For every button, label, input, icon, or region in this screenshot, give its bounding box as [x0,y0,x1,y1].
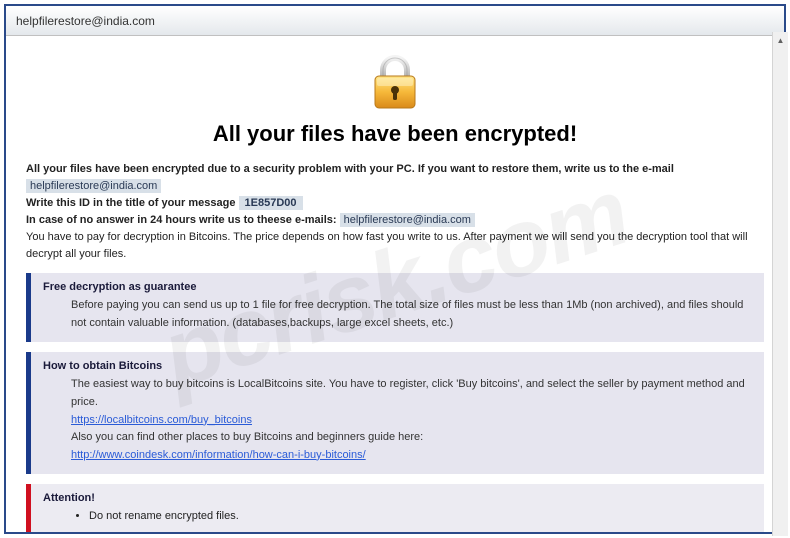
guarantee-panel: Free decryption as guarantee Before payi… [26,273,764,342]
ransom-window: helpfilerestore@india.com pcrisk.com [4,4,786,534]
intro-block: All your files have been encrypted due t… [26,161,764,263]
message-id: 1E857D00 [239,196,303,210]
attention-panel: Attention! Do not rename encrypted files… [26,484,764,532]
intro-line3: In case of no answer in 24 hours write u… [26,214,340,226]
page-title: All your files have been encrypted! [26,121,764,147]
intro-line1: All your files have been encrypted due t… [26,163,674,175]
vertical-scrollbar[interactable]: ▲ [772,32,788,536]
bitcoins-title: How to obtain Bitcoins [43,360,752,372]
guarantee-title: Free decryption as guarantee [43,281,752,293]
bitcoins-panel: How to obtain Bitcoins The easiest way t… [26,352,764,474]
bitcoins-link-1[interactable]: https://localbitcoins.com/buy_bitcoins [71,414,252,426]
content-area: pcrisk.com [6,36,784,532]
contact-email-1: helpfilerestore@india.com [26,179,161,193]
bitcoins-body: The easiest way to buy bitcoins is Local… [43,376,752,464]
bitcoins-link-2[interactable]: http://www.coindesk.com/information/how-… [71,449,366,461]
scroll-up-icon[interactable]: ▲ [773,32,788,48]
list-item: Do not try to decrypt your data using th… [89,529,752,532]
attention-title: Attention! [43,492,752,504]
lock-icon-wrap [26,46,764,115]
list-item: Do not rename encrypted files. [89,508,752,526]
bitcoins-line2: Also you can find other places to buy Bi… [71,431,423,443]
intro-line2: Write this ID in the title of your messa… [26,197,239,209]
contact-email-2: helpfilerestore@india.com [340,213,475,227]
titlebar-email: helpfilerestore@india.com [16,14,155,28]
guarantee-body: Before paying you can send us up to 1 fi… [43,297,752,332]
attention-list: Do not rename encrypted files. Do not tr… [71,508,752,532]
intro-line4: You have to pay for decryption in Bitcoi… [26,231,748,260]
bitcoins-line1: The easiest way to buy bitcoins is Local… [71,378,745,408]
titlebar: helpfilerestore@india.com [6,6,784,36]
lock-icon [369,54,421,110]
